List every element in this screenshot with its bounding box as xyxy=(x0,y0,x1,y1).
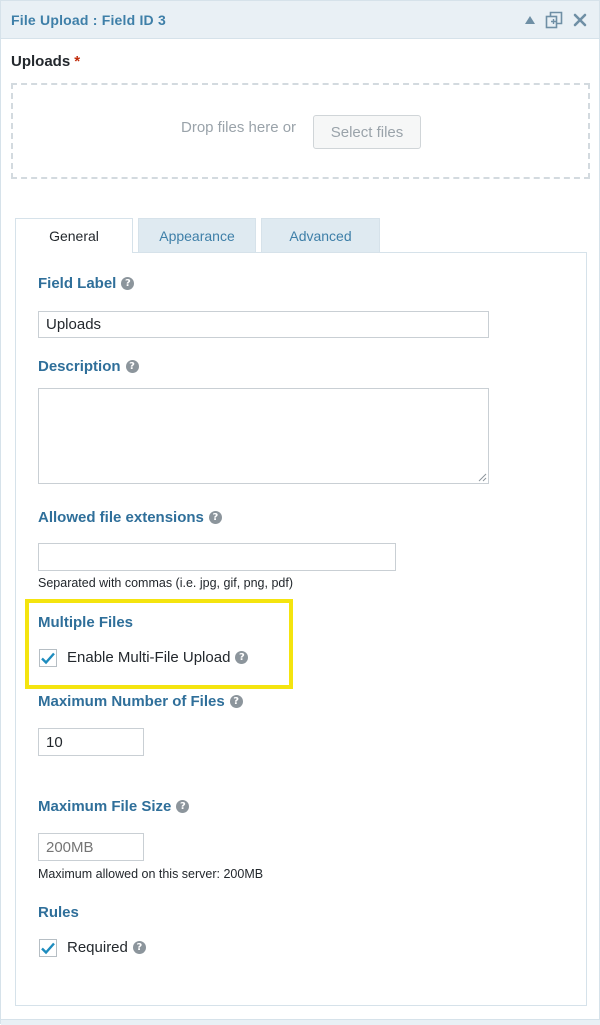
enable-multi-file-label: Enable Multi-File Upload ? xyxy=(67,649,249,666)
checkmark-icon xyxy=(41,652,55,665)
description-heading: Description ? xyxy=(38,358,139,375)
help-icon[interactable]: ? xyxy=(235,651,249,664)
select-files-button[interactable]: Select files xyxy=(313,115,421,149)
duplicate-icon[interactable] xyxy=(543,9,565,31)
help-icon[interactable]: ? xyxy=(125,360,139,373)
rules-heading: Rules xyxy=(38,904,79,921)
field-label-heading-text: Field Label xyxy=(38,275,117,292)
description-heading-text: Description xyxy=(38,358,121,375)
required-checkbox[interactable] xyxy=(39,939,57,957)
max-files-heading-text: Maximum Number of Files xyxy=(38,693,225,710)
panel-bottom-border xyxy=(1,1019,600,1025)
file-dropzone[interactable]: Drop files here or Select files xyxy=(11,83,590,179)
required-text: Required xyxy=(67,939,128,956)
description-textarea[interactable] xyxy=(38,388,489,484)
max-size-heading: Maximum File Size ? xyxy=(38,798,190,815)
extensions-heading-text: Allowed file extensions xyxy=(38,509,204,526)
uploads-preview-label: Uploads * xyxy=(11,53,80,70)
help-icon[interactable]: ? xyxy=(208,511,222,524)
field-title: File Upload : Field ID 3 xyxy=(11,12,166,28)
max-files-heading: Maximum Number of Files ? xyxy=(38,693,243,710)
max-size-heading-text: Maximum File Size xyxy=(38,798,172,815)
required-asterisk: * xyxy=(74,53,81,70)
drop-files-text: Drop files here or xyxy=(181,119,297,136)
multiple-files-heading: Multiple Files xyxy=(38,614,134,631)
uploads-label-text: Uploads xyxy=(11,53,71,70)
field-settings-panel: File Upload : Field ID 3 Uploads * Drop f… xyxy=(0,0,600,1025)
extensions-hint: Separated with commas (i.e. jpg, gif, pn… xyxy=(38,576,293,590)
extensions-heading: Allowed file extensions ? xyxy=(38,509,222,526)
help-icon[interactable]: ? xyxy=(121,277,135,290)
help-icon[interactable]: ? xyxy=(176,800,190,813)
max-files-input[interactable] xyxy=(38,728,144,756)
checkmark-icon xyxy=(41,942,55,955)
tab-appearance[interactable]: Appearance xyxy=(138,218,256,252)
help-icon[interactable]: ? xyxy=(229,695,243,708)
tab-advanced[interactable]: Advanced xyxy=(261,218,380,252)
max-size-input[interactable] xyxy=(38,833,144,861)
collapse-triangle-icon[interactable] xyxy=(519,9,541,31)
help-icon[interactable]: ? xyxy=(132,941,146,954)
tab-general[interactable]: General xyxy=(15,218,133,253)
field-label-heading: Field Label ? xyxy=(38,275,135,292)
field-titlebar: File Upload : Field ID 3 xyxy=(1,1,599,39)
required-label: Required ? xyxy=(67,939,146,956)
enable-multi-file-checkbox[interactable] xyxy=(39,649,57,667)
close-icon[interactable] xyxy=(569,9,591,31)
extensions-input[interactable] xyxy=(38,543,396,571)
resize-grip-icon[interactable] xyxy=(477,472,487,482)
max-size-hint: Maximum allowed on this server: 200MB xyxy=(38,867,264,881)
field-label-input[interactable] xyxy=(38,311,489,338)
enable-multi-file-text: Enable Multi-File Upload xyxy=(67,649,231,666)
